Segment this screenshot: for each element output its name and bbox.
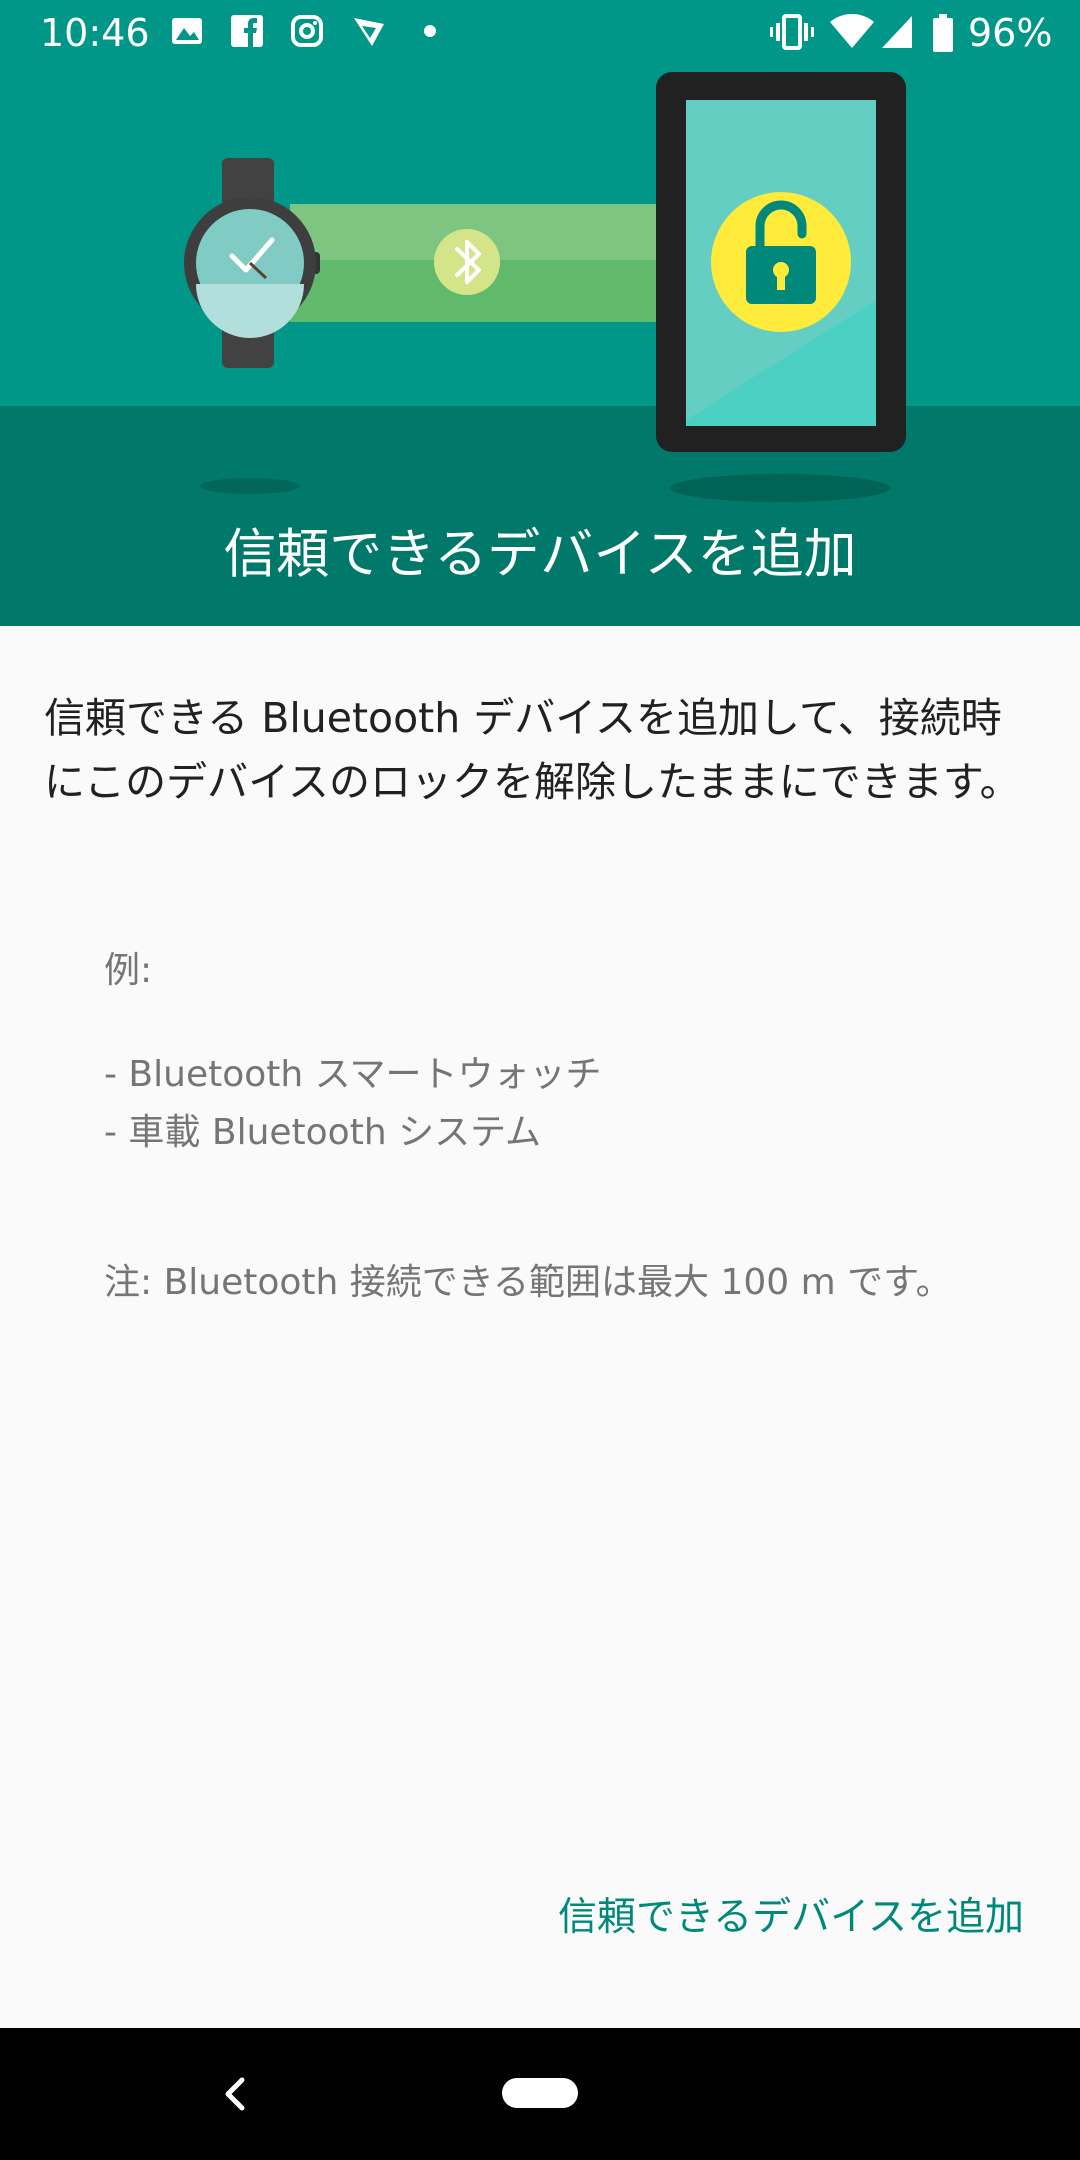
facebook-icon [231, 15, 263, 47]
smartwatch-icon [184, 158, 320, 368]
range-note: 注: Bluetooth 接続できる範囲は最大 100 m です。 [104, 1262, 952, 1303]
cellular-icon [882, 16, 912, 48]
page-title: 信頼できるデバイスを追加 [223, 524, 857, 585]
dot-icon [424, 25, 436, 37]
back-icon[interactable] [214, 2072, 258, 2116]
unlock-icon [711, 192, 851, 332]
header-banner: 信頼できるデバイスを追加 [0, 0, 1080, 626]
home-button[interactable] [502, 2078, 578, 2108]
battery-percentage: 96% [968, 11, 1053, 55]
examples-list: - Bluetooth スマートウォッチ - 車載 Bluetooth システム [104, 1046, 1004, 1162]
examples-label: 例: [104, 950, 153, 991]
image-icon [172, 18, 202, 44]
add-trusted-device-button[interactable]: 信頼できるデバイスを追加 [558, 1884, 1024, 1952]
bluetooth-icon [434, 229, 500, 295]
trusted-device-illustration [184, 72, 906, 502]
battery-icon [933, 14, 953, 52]
description-text: 信頼できる Bluetooth デバイスを追加して、接続時にこのデバイスのロック… [44, 694, 1021, 806]
example-item-car-system: - 車載 Bluetooth システム [104, 1112, 542, 1153]
vibrate-icon [770, 14, 814, 50]
navigation-bar [0, 2028, 1080, 2160]
ghostery-icon [354, 18, 384, 46]
example-item-smartwatch: - Bluetooth スマートウォッチ [104, 1054, 602, 1095]
status-time: 10:46 [40, 11, 150, 55]
status-bar: 10:46 96% [0, 0, 1080, 66]
wifi-icon [830, 14, 874, 48]
instagram-icon [291, 15, 323, 47]
